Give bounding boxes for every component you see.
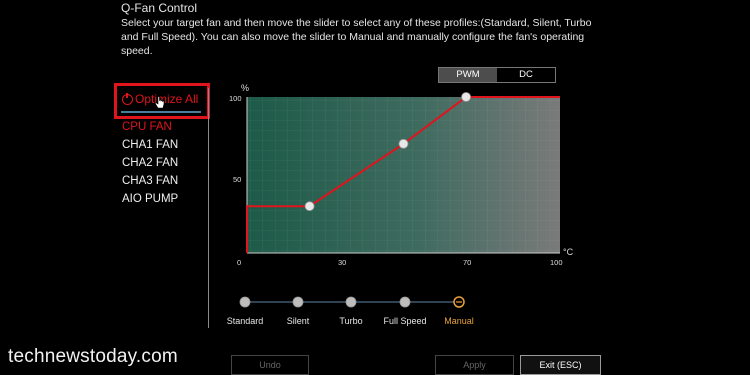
slider-stop-full-speed[interactable] [399, 296, 411, 308]
profile-slider[interactable] [0, 0, 750, 375]
slider-stop-silent[interactable] [292, 296, 304, 308]
profile-label-manual[interactable]: Manual [444, 316, 474, 326]
profile-label-silent[interactable]: Silent [287, 316, 310, 326]
profile-label-standard[interactable]: Standard [227, 316, 264, 326]
profile-label-full-speed[interactable]: Full Speed [383, 316, 426, 326]
slider-stop-turbo[interactable] [345, 296, 357, 308]
profile-label-turbo[interactable]: Turbo [339, 316, 362, 326]
undo-button[interactable]: Undo [231, 355, 309, 375]
site-watermark: technewstoday.com [8, 346, 178, 367]
apply-button[interactable]: Apply [435, 355, 514, 375]
slider-stop-standard[interactable] [239, 296, 251, 308]
exit-button[interactable]: Exit (ESC) [520, 355, 601, 375]
